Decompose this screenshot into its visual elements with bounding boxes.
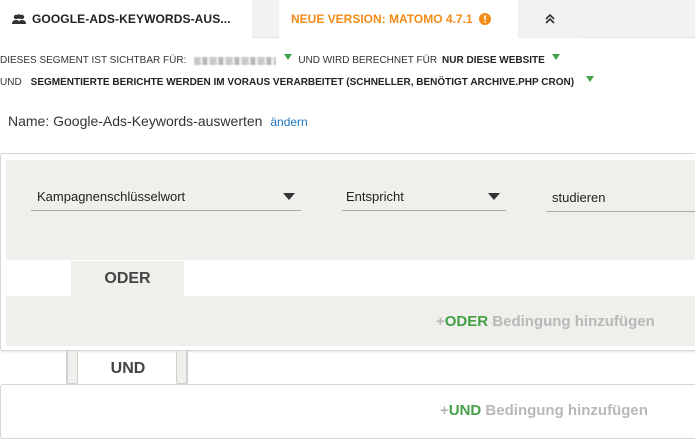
condition-value-input[interactable]: studieren: [546, 184, 695, 212]
chevron-down-icon: [283, 193, 295, 200]
processing-prefix: UND: [0, 77, 22, 88]
visibility-user-blurred: [194, 56, 277, 65]
add-or-plus: +: [436, 313, 445, 330]
segment-name: Name: Google-Ads-Keywords-auswerten: [8, 113, 263, 129]
add-or-row: +ODER Bedingung hinzufügen: [6, 296, 695, 346]
dimension-value: Kampagnenschlüsselwort: [37, 189, 186, 204]
or-separator: ODER: [71, 261, 184, 296]
segment-title-tab[interactable]: GOOGLE-ADS-KEYWORDS-AUS...: [0, 0, 252, 38]
condition-row: Kampagnenschlüsselwort Entspricht studie…: [6, 160, 695, 260]
add-or-suffix: Bedingung hinzufügen: [488, 313, 655, 330]
computed-dropdown-caret[interactable]: [551, 53, 560, 60]
add-and-condition-link[interactable]: +UND Bedingung hinzufügen: [440, 402, 648, 419]
segment-editor-header: GOOGLE-ADS-KEYWORDS-AUS... NEUE VERSION:…: [0, 0, 695, 38]
add-and-plus: +: [440, 402, 449, 419]
segment-name-line: Name: Google-Ads-Keywords-auswerten ände…: [8, 113, 308, 129]
new-version-label: NEUE VERSION: MATOMO 4.7.1: [291, 12, 473, 26]
new-version-notice[interactable]: NEUE VERSION: MATOMO 4.7.1: [279, 0, 518, 38]
visibility-dropdown-caret[interactable]: [284, 53, 293, 60]
users-icon: [12, 14, 26, 24]
computed-value[interactable]: NUR DIESE WEBSITE: [442, 55, 545, 66]
processing-line: UND SEGMENTIERTE BERICHTE WERDEN IM VORA…: [0, 75, 595, 88]
add-or-condition-link[interactable]: +ODER Bedingung hinzufügen: [436, 313, 655, 330]
and-separator: UND: [80, 355, 176, 383]
or-label: ODER: [104, 269, 151, 287]
and-bracket-right: [176, 351, 188, 385]
segment-title: GOOGLE-ADS-KEYWORDS-AUS...: [32, 12, 231, 26]
and-bracket-left: [66, 351, 78, 385]
add-or-keyword: ODER: [444, 313, 489, 330]
visibility-prefix: DIESES SEGMENT IST SICHTBAR FÜR:: [0, 55, 187, 66]
info-icon: [478, 13, 491, 25]
operator-select[interactable]: Entspricht: [342, 183, 506, 211]
add-and-box: +UND Bedingung hinzufügen: [0, 384, 695, 439]
collapse-button[interactable]: [519, 0, 581, 38]
operator-value: Entspricht: [346, 189, 404, 204]
edit-name-link[interactable]: ändern: [270, 115, 307, 129]
add-and-suffix: Bedingung hinzufügen: [481, 402, 648, 419]
computed-prefix: UND WIRD BERECHNET FÜR: [298, 55, 438, 66]
double-chevron-up-icon: [545, 13, 555, 24]
and-label: UND: [110, 360, 146, 377]
processing-dropdown-caret[interactable]: [586, 75, 595, 82]
dimension-select[interactable]: Kampagnenschlüsselwort: [31, 183, 301, 211]
condition-value: studieren: [552, 190, 606, 205]
chevron-down-icon: [488, 193, 500, 200]
processing-value[interactable]: SEGMENTIERTE BERICHTE WERDEN IM VORAUS V…: [31, 77, 574, 88]
add-and-keyword: UND: [448, 402, 482, 419]
visibility-line: DIESES SEGMENT IST SICHTBAR FÜR: UND WIR…: [0, 53, 560, 66]
